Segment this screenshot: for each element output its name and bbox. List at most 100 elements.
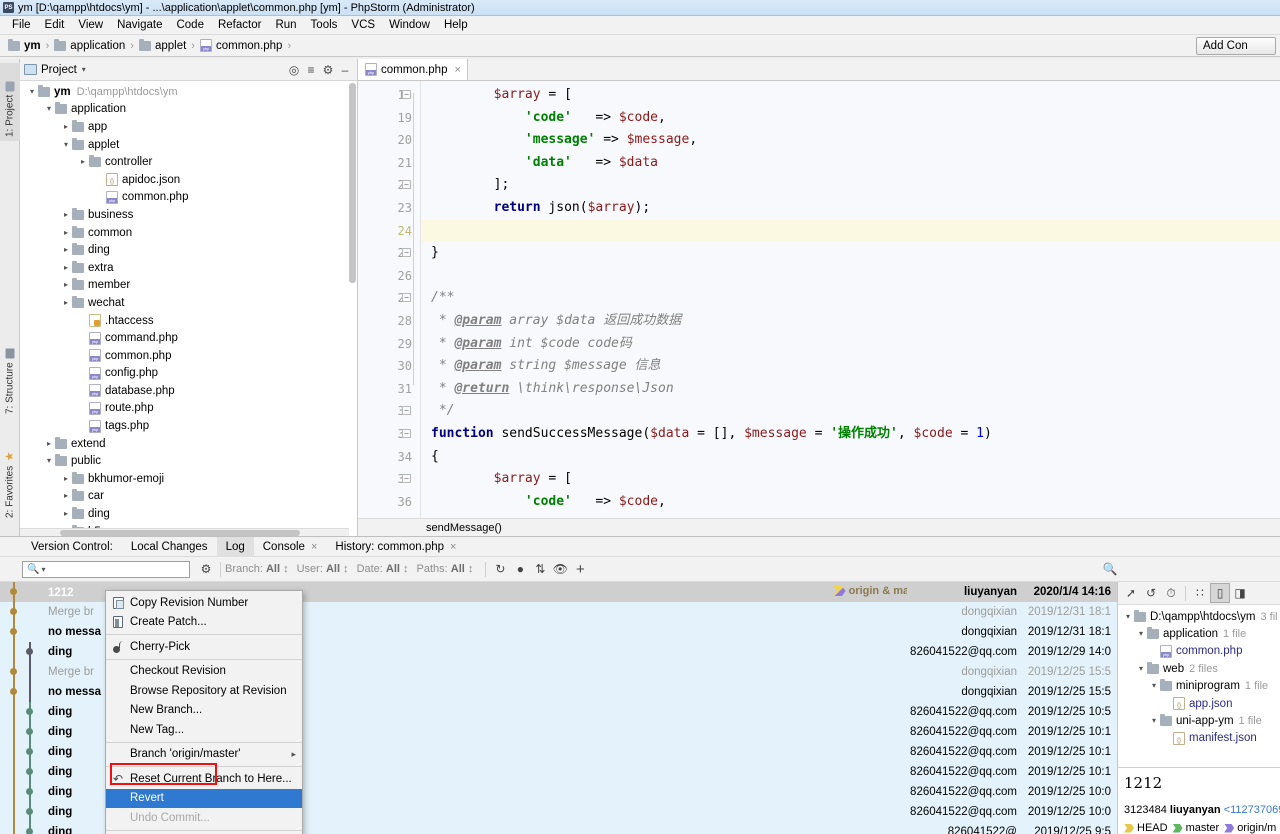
- context-menu-item-new-tag[interactable]: New Tag...: [106, 720, 302, 740]
- tree-node-car[interactable]: ▸car: [20, 488, 357, 506]
- menu-item-code[interactable]: Code: [169, 18, 211, 32]
- plus-icon[interactable]: +: [570, 559, 590, 579]
- code-line[interactable]: 'code' => $code,: [421, 491, 1280, 514]
- tree-node-business[interactable]: ▸business: [20, 206, 357, 224]
- breadcrumb-item-applet[interactable]: applet: [137, 40, 188, 52]
- breadcrumb-item-application[interactable]: application: [52, 40, 127, 52]
- line-number-gutter[interactable]: 18192021222324252627282930313233343536−−…: [358, 81, 420, 518]
- changed-file-node-uni-app-ym[interactable]: ▾uni-app-ym1 file: [1118, 712, 1280, 729]
- close-icon[interactable]: ×: [454, 64, 460, 76]
- chevron-right-icon[interactable]: ▸: [60, 281, 72, 289]
- code-line[interactable]: 'code' => $code,: [421, 107, 1280, 130]
- code-line[interactable]: ];: [421, 174, 1280, 197]
- cherry-pick-icon[interactable]: ●: [510, 559, 530, 579]
- fold-start-icon[interactable]: −: [402, 90, 411, 99]
- chevron-right-icon[interactable]: ▸: [60, 246, 72, 254]
- fold-end-icon[interactable]: −: [402, 180, 411, 189]
- tree-node-member[interactable]: ▸member: [20, 277, 357, 295]
- chevron-right-icon[interactable]: ▸: [60, 299, 72, 307]
- chevron-right-icon[interactable]: ▸: [60, 475, 72, 483]
- filter-date[interactable]: Date: All ↕: [357, 563, 409, 575]
- changed-file-node-miniprogram[interactable]: ▾miniprogram1 file: [1118, 678, 1280, 695]
- vcs-tab-version-control[interactable]: Version Control:: [22, 537, 122, 557]
- refresh-icon[interactable]: ↻: [490, 559, 510, 579]
- chevron-right-icon[interactable]: ▸: [60, 211, 72, 219]
- chevron-down-icon[interactable]: ▾: [1135, 665, 1147, 673]
- group-icon[interactable]: ∷: [1190, 583, 1210, 603]
- code-line[interactable]: $array = [: [421, 84, 1280, 107]
- code-line[interactable]: */: [421, 400, 1280, 423]
- sort-icon[interactable]: ⇅: [530, 559, 550, 579]
- chevron-down-icon[interactable]: ▾: [43, 105, 55, 113]
- tree-node-ding[interactable]: ▸ding: [20, 241, 357, 259]
- tree-node-common-php[interactable]: common.php: [20, 347, 357, 365]
- menu-item-view[interactable]: View: [71, 18, 110, 32]
- chevron-right-icon[interactable]: ▸: [60, 229, 72, 237]
- close-icon[interactable]: ×: [311, 541, 317, 553]
- tree-node--htaccess[interactable]: .htaccess: [20, 312, 357, 330]
- tree-node-controller[interactable]: ▸controller: [20, 153, 357, 171]
- undo-icon[interactable]: ↺: [1141, 583, 1161, 603]
- chevron-right-icon[interactable]: ▸: [60, 123, 72, 131]
- search-input[interactable]: 🔍 ▾: [22, 561, 190, 578]
- preview-bottom-icon[interactable]: ▯: [1210, 583, 1230, 603]
- chevron-down-icon[interactable]: ▾: [26, 88, 38, 96]
- changed-file-node-application[interactable]: ▾application1 file: [1118, 625, 1280, 642]
- tree-node-extra[interactable]: ▸extra: [20, 259, 357, 277]
- add-configuration-button[interactable]: Add Con: [1196, 37, 1276, 55]
- breadcrumb-item-common-php[interactable]: common.php: [198, 39, 284, 52]
- project-vertical-scrollbar[interactable]: [349, 83, 356, 283]
- context-menu-item-checkout-revision[interactable]: Checkout Revision: [106, 662, 302, 682]
- code-line[interactable]: * @param int $code code码: [421, 333, 1280, 356]
- code-line[interactable]: [421, 265, 1280, 288]
- tree-node-common[interactable]: ▸common: [20, 224, 357, 242]
- commit-context-menu[interactable]: Copy Revision NumberCreate Patch...Cherr…: [105, 590, 303, 834]
- context-menu-item-revert[interactable]: Revert: [106, 789, 302, 809]
- tree-node-applet[interactable]: ▾applet: [20, 136, 357, 154]
- hide-icon[interactable]: –: [337, 62, 353, 78]
- fold-start-icon[interactable]: −: [402, 429, 411, 438]
- preview-right-icon[interactable]: ◨: [1230, 583, 1250, 603]
- menu-item-file[interactable]: File: [5, 18, 38, 32]
- code-line[interactable]: /**: [421, 287, 1280, 310]
- code-line[interactable]: return json($array);: [421, 197, 1280, 220]
- menu-item-run[interactable]: Run: [268, 18, 303, 32]
- filter-branch[interactable]: Branch: All ↕: [225, 563, 289, 575]
- code-line[interactable]: [421, 220, 1280, 243]
- menu-item-vcs[interactable]: VCS: [344, 18, 382, 32]
- chevron-down-icon[interactable]: ▾: [1148, 717, 1160, 725]
- changed-file-node-d-qampp-htdocs-ym[interactable]: ▾D:\qampp\htdocs\ym3 fil: [1118, 608, 1280, 625]
- tree-node-database-php[interactable]: database.php: [20, 382, 357, 400]
- context-menu-item-reset-current-branch-to-here[interactable]: ↶Reset Current Branch to Here...: [106, 769, 302, 789]
- code-line[interactable]: $array = [: [421, 468, 1280, 491]
- tree-node-application[interactable]: ▾application: [20, 101, 357, 119]
- menu-item-refactor[interactable]: Refactor: [211, 18, 268, 32]
- chevron-down-icon[interactable]: ▾: [1135, 630, 1147, 638]
- code-line[interactable]: }: [421, 242, 1280, 265]
- changed-file-node-manifest-json[interactable]: manifest.json: [1118, 730, 1280, 747]
- chevron-down-icon[interactable]: ▾: [82, 65, 86, 74]
- breadcrumb-item-ym[interactable]: ym: [6, 40, 43, 52]
- sidebar-item-structure[interactable]: 7: Structure: [0, 328, 20, 418]
- chevron-right-icon[interactable]: ▸: [43, 440, 55, 448]
- menu-item-help[interactable]: Help: [437, 18, 475, 32]
- vcs-tab-history-common-php[interactable]: History: common.php×: [326, 537, 465, 557]
- project-file-tree[interactable]: ▾ymD:\qampp\htdocs\ym▾application▸app▾ap…: [20, 81, 357, 536]
- project-horizontal-scrollbar[interactable]: [20, 528, 349, 536]
- fold-end-icon[interactable]: −: [402, 406, 411, 415]
- chevron-right-icon[interactable]: ▸: [60, 492, 72, 500]
- code-line[interactable]: * @param array $data 返回成功数据: [421, 310, 1280, 333]
- menu-item-navigate[interactable]: Navigate: [110, 18, 169, 32]
- chevron-down-icon[interactable]: ▾: [1122, 613, 1134, 621]
- editor-tab-common-php[interactable]: common.php ×: [358, 59, 468, 80]
- fold-start-icon[interactable]: −: [402, 293, 411, 302]
- changed-file-node-web[interactable]: ▾web2 files: [1118, 660, 1280, 677]
- history-icon[interactable]: ⏱: [1161, 583, 1181, 603]
- tree-node-ym[interactable]: ▾ymD:\qampp\htdocs\ym: [20, 83, 357, 101]
- filter-paths[interactable]: Paths: All ↕: [417, 563, 474, 575]
- tree-node-extend[interactable]: ▸extend: [20, 435, 357, 453]
- tree-node-route-php[interactable]: route.php: [20, 400, 357, 418]
- menu-item-tools[interactable]: Tools: [304, 18, 345, 32]
- gear-icon[interactable]: ⚙: [196, 559, 216, 579]
- vcs-tab-local-changes[interactable]: Local Changes: [122, 537, 217, 557]
